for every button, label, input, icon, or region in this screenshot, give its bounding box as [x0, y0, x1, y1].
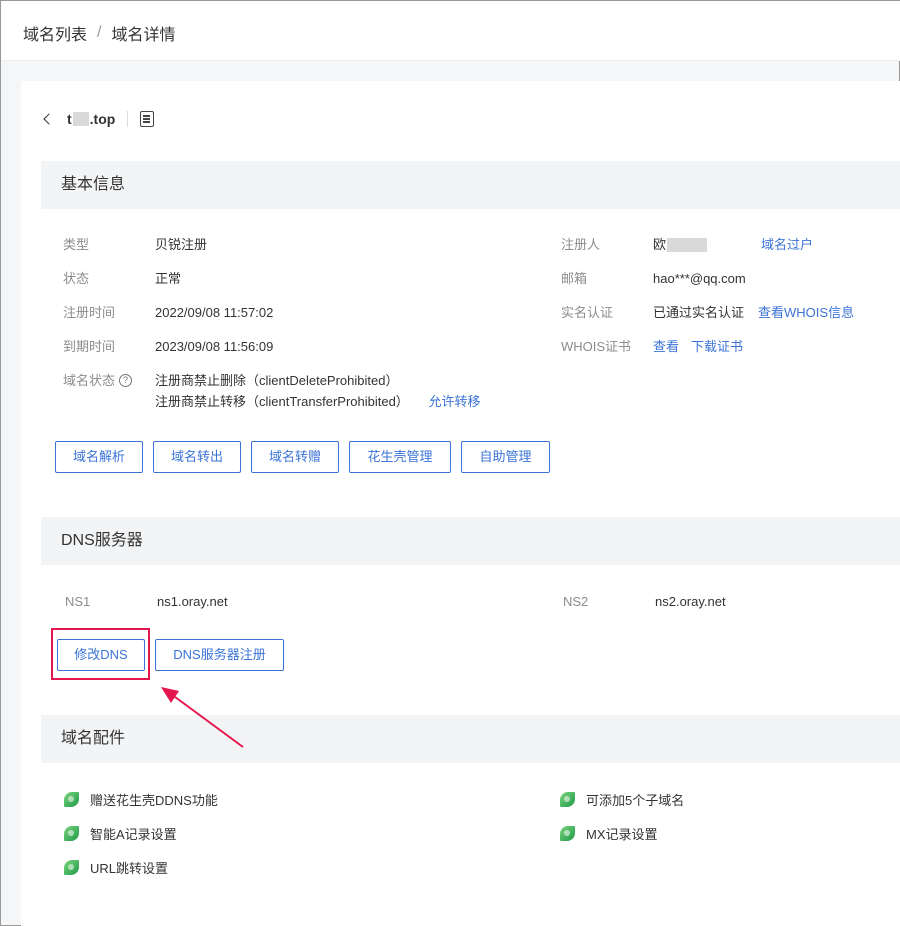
dns-header: DNS服务器 — [41, 517, 900, 565]
domain-status-row: 域名状态 ? 注册商禁止删除（clientDeleteProhibited） 注… — [63, 371, 480, 412]
breadcrumb-separator: / — [97, 24, 102, 41]
breadcrumb-current: 域名详情 — [111, 27, 176, 44]
addon-item: 赠送花生壳DDNS功能 — [63, 790, 218, 809]
type-label: 类型 — [63, 237, 90, 252]
cert-download-link[interactable]: 下载证书 — [691, 337, 743, 357]
registrant-label: 注册人 — [561, 237, 601, 252]
reg-time-row: 注册时间 2022/09/08 11:57:02 — [63, 303, 273, 323]
domain-header: t .top — [41, 109, 155, 129]
addon-label: 赠送花生壳DDNS功能 — [90, 793, 218, 808]
domain-detail-card: t .top 基本信息 类型 贝锐注册 状态 正常 注册时间 2022/09/0… — [21, 81, 900, 926]
reg-time-label: 注册时间 — [63, 305, 116, 320]
registrant-row: 注册人 欧 域名过户 — [561, 235, 813, 255]
domain-suffix: .top — [89, 111, 116, 127]
addon-label: 可添加5个子域名 — [586, 793, 685, 808]
cert-label: WHOIS证书 — [561, 339, 632, 354]
expire-label: 到期时间 — [63, 339, 116, 354]
status-label: 状态 — [63, 271, 90, 286]
ns2-label: NS2 — [563, 594, 589, 609]
transfer-out-button[interactable]: 域名转出 — [153, 441, 241, 473]
domain-status-label: 域名状态 — [63, 373, 116, 388]
domain-prefix: t — [67, 111, 72, 127]
leaf-icon — [559, 825, 576, 842]
email-value: hao***@qq.com — [653, 271, 746, 286]
reg-time-value: 2022/09/08 11:57:02 — [155, 305, 274, 320]
whois-info-link[interactable]: 查看WHOIS信息 — [758, 303, 854, 323]
cert-view-link[interactable]: 查看 — [653, 337, 679, 357]
ns1-value: ns1.oray.net — [157, 594, 228, 609]
basic-info-header: 基本信息 — [41, 161, 900, 209]
realname-label: 实名认证 — [561, 305, 614, 320]
leaf-icon — [63, 859, 80, 876]
realname-row: 实名认证 已通过实名认证 查看WHOIS信息 — [561, 303, 854, 323]
oray-manage-button[interactable]: 花生壳管理 — [349, 441, 451, 473]
addon-item: 可添加5个子域名 — [559, 790, 684, 809]
domain-name: t .top — [67, 111, 115, 127]
ns2-value: ns2.oray.net — [655, 594, 726, 609]
allow-transfer-link[interactable]: 允许转移 — [428, 394, 480, 409]
status-value: 正常 — [155, 271, 182, 286]
transfer-owner-link[interactable]: 域名过户 — [761, 235, 813, 255]
modify-dns-button[interactable]: 修改DNS — [57, 639, 145, 671]
expire-value: 2023/09/08 11:56:09 — [155, 339, 274, 354]
gift-domain-button[interactable]: 域名转赠 — [251, 441, 339, 473]
dns-resolve-button[interactable]: 域名解析 — [55, 441, 143, 473]
self-service-button[interactable]: 自助管理 — [461, 441, 550, 473]
addon-item: MX记录设置 — [559, 824, 658, 843]
expire-row: 到期时间 2023/09/08 11:56:09 — [63, 337, 273, 357]
email-row: 邮箱 hao***@qq.com — [561, 269, 746, 289]
type-value: 贝锐注册 — [155, 237, 208, 252]
ns1-label: NS1 — [65, 594, 91, 609]
leaf-icon — [63, 825, 80, 842]
domain-status-label-wrap: 域名状态 ? — [63, 371, 155, 412]
top-bar: 域名列表 / 域名详情 — [1, 1, 900, 61]
leaf-icon — [63, 791, 80, 808]
blurred-text — [72, 112, 89, 126]
registrant-value: 欧 — [653, 237, 667, 252]
ns2-row: NS2 ns2.oray.net — [563, 592, 726, 612]
divider — [127, 111, 129, 127]
addon-label: URL跳转设置 — [90, 861, 169, 876]
addons-header: 域名配件 — [41, 715, 900, 763]
addon-label: 智能A记录设置 — [90, 827, 177, 842]
back-arrow-icon[interactable] — [41, 112, 55, 126]
domain-status-values: 注册商禁止删除（clientDeleteProhibited） 注册商禁止转移（… — [155, 371, 480, 412]
dns-register-button[interactable]: DNS服务器注册 — [155, 639, 284, 671]
email-label: 邮箱 — [561, 271, 588, 286]
realname-value: 已通过实名认证 — [653, 305, 745, 320]
breadcrumb-domain-list[interactable]: 域名列表 — [23, 21, 87, 45]
addon-item: 智能A记录设置 — [63, 824, 177, 843]
document-icon[interactable] — [140, 111, 155, 127]
status-row: 状态 正常 — [63, 269, 181, 289]
breadcrumb: 域名列表 / 域名详情 — [23, 21, 175, 45]
cert-row: WHOIS证书 查看 下载证书 — [561, 337, 743, 357]
domain-status-1: 注册商禁止删除（clientDeleteProhibited） — [155, 373, 399, 388]
leaf-icon — [559, 791, 576, 808]
addon-item: URL跳转设置 — [63, 858, 168, 877]
type-row: 类型 贝锐注册 — [63, 235, 207, 255]
blurred-text — [667, 238, 708, 252]
help-icon[interactable]: ? — [119, 374, 133, 387]
ns1-row: NS1 ns1.oray.net — [65, 592, 228, 612]
addon-label: MX记录设置 — [586, 827, 658, 842]
domain-status-2: 注册商禁止转移（clientTransferProhibited） — [155, 394, 409, 409]
